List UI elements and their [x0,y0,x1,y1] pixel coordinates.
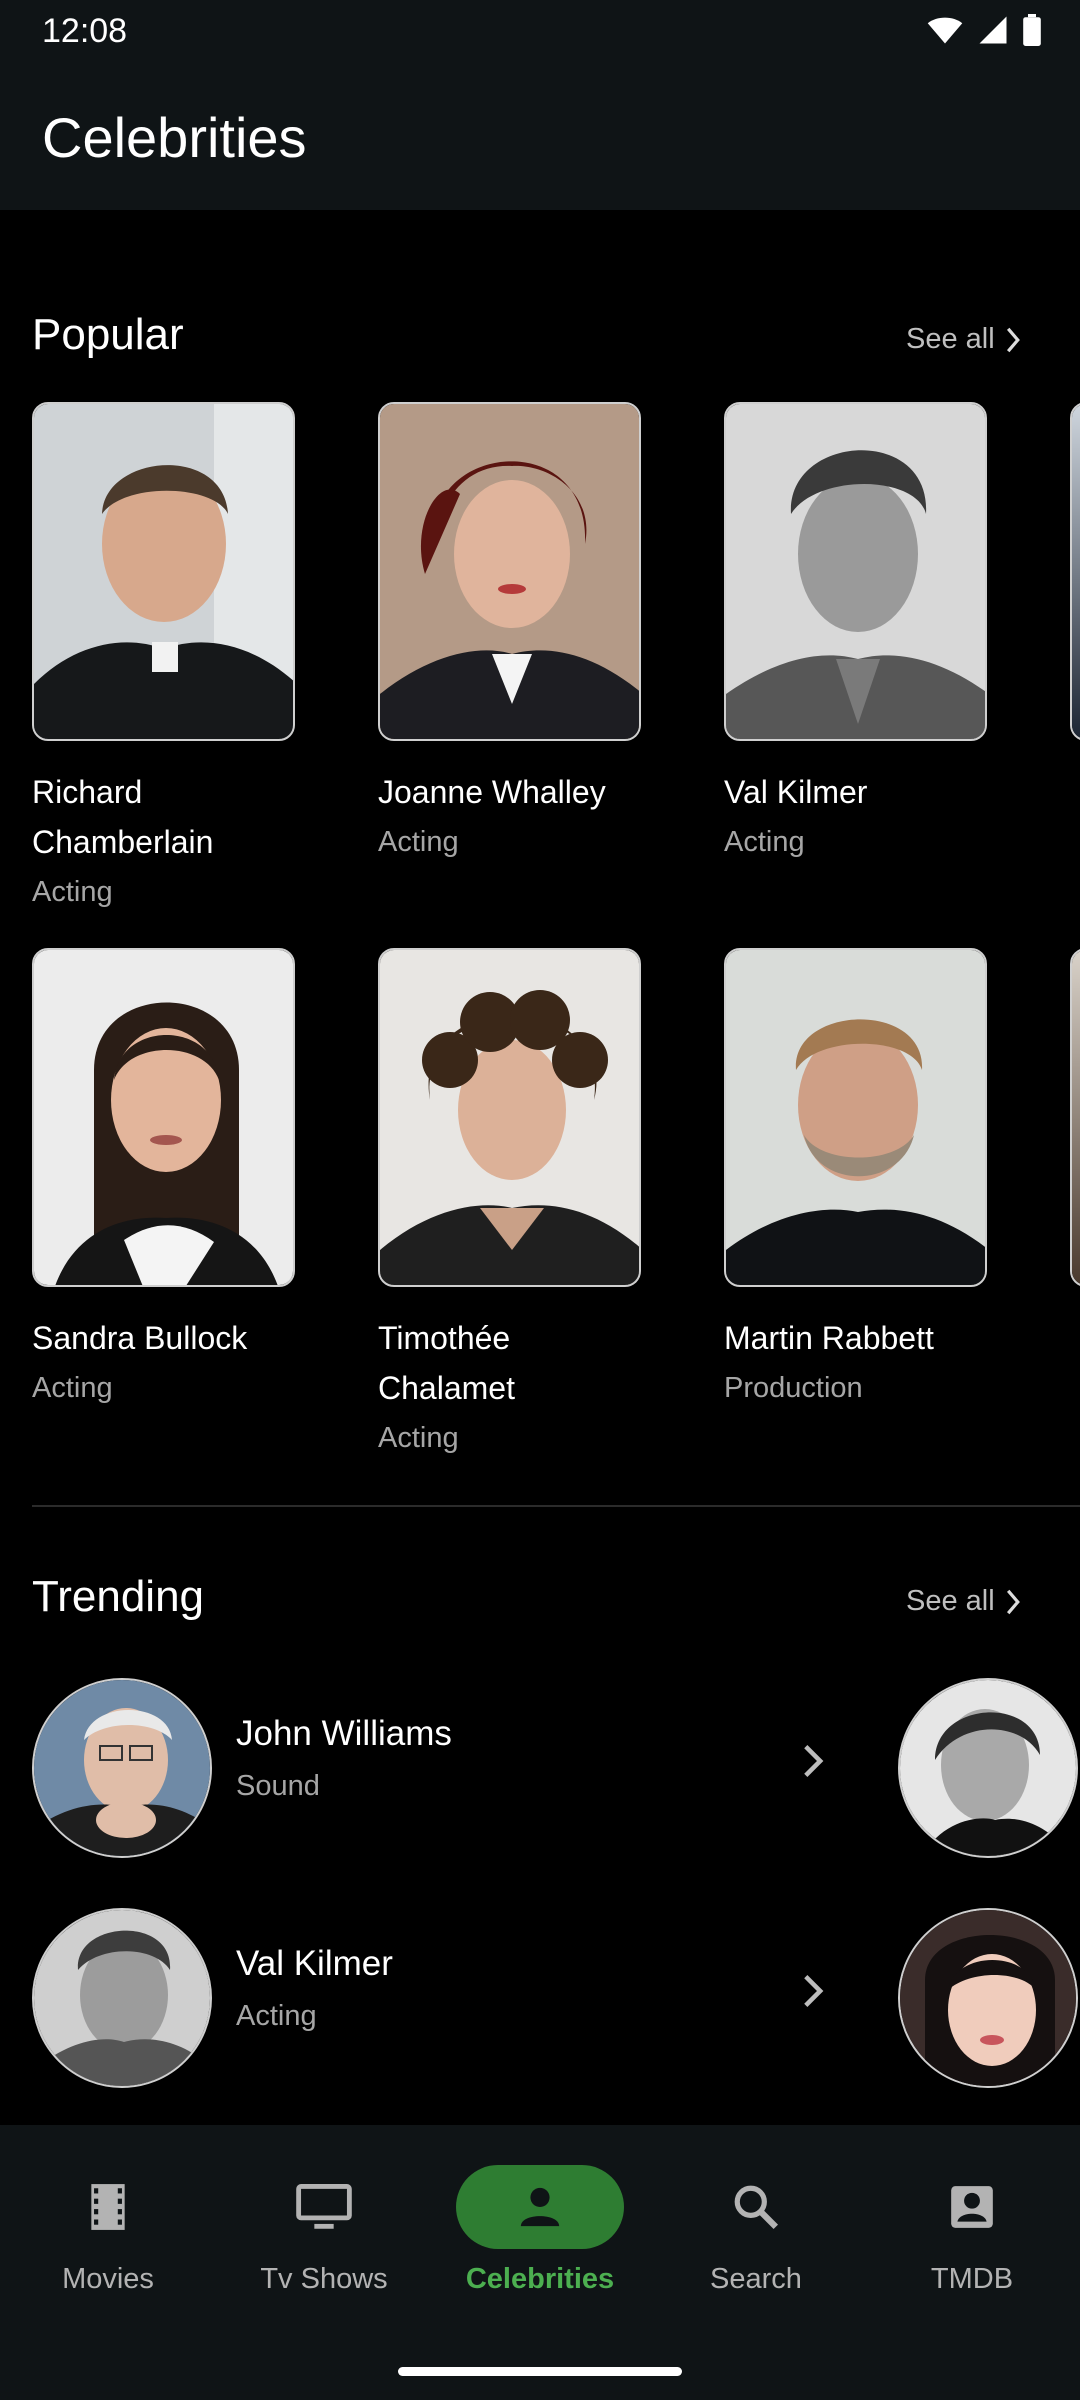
nav-item-search[interactable]: Search [648,2165,864,2315]
celebrity-photo [724,402,987,741]
celebrity-name: Richard Chamberlain [32,774,214,860]
trending-name: John Williams [236,1714,452,1753]
nav-item-movies[interactable]: Movies [0,2165,216,2315]
status-icons [926,14,1042,46]
nav-icon-container [240,2165,408,2249]
celebrity-name: Timothée Chalamet [378,1320,515,1406]
search-icon [734,2185,779,2230]
battery-icon [1023,14,1041,46]
see-all-label: See all [906,323,995,355]
celebrity-photo [32,402,295,741]
popular-section-title: Popular [32,310,184,359]
chevron-right-icon [1006,327,1020,352]
nav-icon-container [672,2165,840,2249]
page-title: Celebrities [42,106,307,169]
celebrity-role: Acting [724,826,805,858]
celebrity-card[interactable]: Val Kilmer Acting [724,402,987,867]
celebrity-photo [378,948,641,1287]
trending-name: Val Kilmer [236,1944,393,1983]
section-divider [32,1505,1080,1507]
account-box-icon [951,2186,993,2228]
nav-label: Search [710,2263,802,2295]
nav-item-tmdb[interactable]: TMDB [864,2165,1080,2315]
celebrity-photo [32,948,295,1287]
wifi-icon [927,17,963,44]
nav-item-celebrities[interactable]: Celebrities [432,2165,648,2315]
celebrity-name: Martin Rabbett [724,1320,934,1356]
film-icon [91,2184,125,2230]
celebrity-card[interactable]: Richard Chamberlain Acting [32,402,295,917]
chevron-right-icon [1006,1589,1020,1614]
trending-role: Sound [236,1770,320,1802]
nav-item-tv-shows[interactable]: Tv Shows [216,2165,432,2315]
chevron-right-icon [804,1745,824,1777]
celebrity-name: Joanne Whalley [378,774,606,810]
celebrity-role: Acting [378,826,459,858]
celebrity-card[interactable]: Joanne Whalley Acting [378,402,641,867]
celebrity-card-partial[interactable] [1070,402,1080,741]
celebrity-card[interactable]: Sandra Bullock Acting [32,948,295,1413]
bottom-navigation: Movies Tv Shows Celebrities Search TMDB [0,2125,1080,2400]
app-bar: Celebrities [0,60,1080,210]
trending-role: Acting [236,2000,317,2032]
avatar [32,1908,212,2088]
celebrity-card[interactable]: Martin Rabbett Production [724,948,987,1413]
trending-avatar-partial[interactable] [898,1678,1078,1858]
nav-label: Movies [62,2263,154,2295]
status-time: 12:08 [42,12,128,50]
trending-list-item[interactable]: Val Kilmer Acting [32,1908,852,2088]
nav-label: Tv Shows [260,2263,388,2295]
celebrity-card[interactable]: Timothée Chalamet Acting [378,948,641,1463]
celebrity-name: Sandra Bullock [32,1320,248,1356]
celebrity-photo [378,402,641,741]
avatar [32,1678,212,1858]
see-all-label: See all [906,1585,995,1617]
nav-icon-container [888,2165,1056,2249]
celebrity-name: Val Kilmer [724,774,868,810]
celebrity-role: Production [724,1372,863,1404]
person-icon [520,2187,560,2227]
celebrity-role: Acting [378,1422,459,1454]
tv-icon [296,2184,352,2229]
popular-see-all-button[interactable]: See all [906,323,1021,356]
chevron-right-icon [804,1975,824,2007]
trending-avatar-partial[interactable] [898,1908,1078,2088]
nav-label: TMDB [930,2263,1014,2295]
home-indicator[interactable] [398,2367,682,2376]
nav-icon-container [456,2165,624,2249]
trending-list-item[interactable]: John Williams Sound [32,1678,852,1858]
celebrity-card-partial[interactable] [1070,948,1080,1287]
celebrity-photo [724,948,987,1287]
nav-icon-container [24,2165,192,2249]
celebrity-role: Acting [32,876,113,908]
nav-label: Celebrities [465,2263,615,2295]
trending-section-title: Trending [32,1572,205,1621]
trending-see-all-button[interactable]: See all [906,1585,1021,1618]
status-bar: 12:08 [0,0,1080,60]
celebrity-role: Acting [32,1372,113,1404]
signal-icon [979,16,1007,44]
